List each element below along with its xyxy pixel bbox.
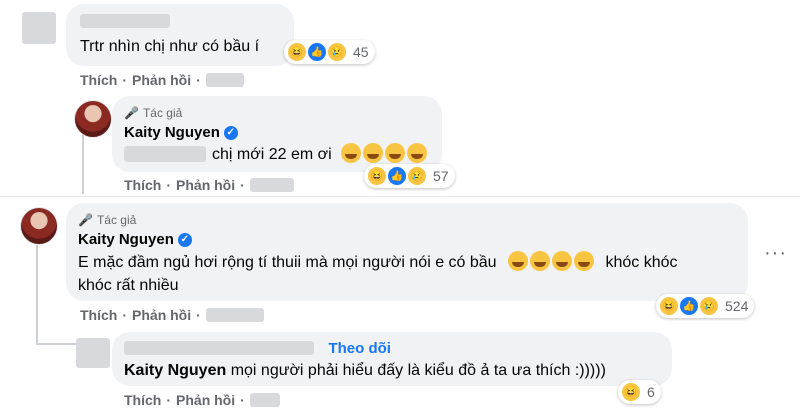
divider bbox=[0, 196, 800, 197]
haha-icon: 😆 bbox=[621, 382, 641, 402]
reaction-summary[interactable]: 😆 👍 😢 45 bbox=[284, 40, 375, 64]
timestamp-blurred bbox=[205, 73, 244, 87]
like-action[interactable]: Thích bbox=[124, 392, 161, 408]
reply-action[interactable]: Phản hồi bbox=[176, 177, 235, 193]
reply-text: Kaity Nguyen mọi người phải hiểu đấy là … bbox=[124, 362, 606, 379]
verified-icon: ✓ bbox=[223, 125, 238, 140]
like-action[interactable]: Thích bbox=[124, 177, 161, 193]
author-name[interactable]: Kaity Nguyen ✓ bbox=[78, 231, 192, 248]
reply-action[interactable]: Phản hồi bbox=[176, 392, 235, 408]
reaction-count: 524 bbox=[725, 298, 749, 314]
haha-icon: 😆 bbox=[287, 42, 307, 62]
avatar-blurred bbox=[22, 12, 56, 44]
like-icon: 👍 bbox=[387, 166, 407, 186]
haha-icon: 😆 bbox=[367, 166, 387, 186]
comment-bubble: Trtr nhìn chị như có bầu í bbox=[66, 4, 294, 66]
author-tag: 🎤 Tác giả bbox=[78, 213, 137, 227]
reaction-count: 57 bbox=[433, 168, 449, 184]
reply-bubble: Theo dõi Kaity Nguyen mọi người phải hiể… bbox=[112, 332, 672, 386]
like-action[interactable]: Thích bbox=[80, 307, 117, 323]
author-name-blurred bbox=[124, 341, 314, 355]
reply-header: Theo dõi bbox=[124, 340, 391, 358]
mic-icon: 🎤 bbox=[78, 213, 93, 227]
avatar-blurred bbox=[76, 338, 110, 368]
comment-actions: Thích · Phản hồi · bbox=[80, 307, 264, 323]
sad-icon: 😢 bbox=[699, 296, 719, 316]
reaction-summary[interactable]: 😆 👍 😢 57 bbox=[364, 164, 455, 188]
reaction-count: 45 bbox=[353, 44, 369, 60]
like-icon: 👍 bbox=[679, 296, 699, 316]
timestamp-blurred bbox=[205, 308, 264, 322]
haha-icon: 😆 bbox=[659, 296, 679, 316]
thread-line bbox=[36, 245, 38, 345]
reaction-count: 6 bbox=[647, 384, 655, 400]
mic-icon: 🎤 bbox=[124, 106, 139, 120]
reply-bubble: 🎤 Tác giả Kaity Nguyen ✓ chị mới 22 em ơi bbox=[112, 96, 442, 172]
comment-bubble: 🎤 Tác giả Kaity Nguyen ✓ E mặc đầm ngủ hơi… bbox=[66, 203, 748, 301]
verified-icon: ✓ bbox=[177, 232, 192, 247]
sad-icon: 😢 bbox=[327, 42, 347, 62]
cry-emoji bbox=[507, 251, 595, 271]
reply-actions: Thích · Phản hồi · bbox=[124, 392, 280, 408]
reply-action[interactable]: Phản hồi bbox=[132, 307, 191, 323]
reaction-summary[interactable]: 😆 👍 😢 524 bbox=[656, 294, 755, 318]
avatar bbox=[74, 100, 112, 138]
reply-action[interactable]: Phản hồi bbox=[132, 72, 191, 88]
more-options-icon[interactable]: ··· bbox=[764, 242, 787, 265]
reply-text: chị mới 22 em ơi bbox=[124, 143, 428, 166]
mention-blurred bbox=[124, 146, 206, 162]
reaction-summary[interactable]: 😆 6 bbox=[618, 380, 661, 404]
comment-actions: Thích · Phản hồi · bbox=[80, 72, 244, 88]
reply-actions: Thích · Phản hồi · bbox=[124, 177, 294, 193]
like-action[interactable]: Thích bbox=[80, 72, 117, 88]
mention[interactable]: Kaity Nguyen bbox=[124, 362, 226, 379]
comment-text: Trtr nhìn chị như có bầu í bbox=[80, 38, 260, 55]
follow-link[interactable]: Theo dõi bbox=[328, 340, 391, 357]
timestamp-blurred bbox=[249, 393, 280, 407]
thread-line bbox=[36, 343, 76, 345]
like-icon: 👍 bbox=[307, 42, 327, 62]
author-tag: 🎤 Tác giả bbox=[124, 106, 183, 120]
comment-text: E mặc đầm ngủ hơi rộng tí thuii mà mọi n… bbox=[78, 251, 738, 297]
cry-emoji bbox=[340, 143, 428, 163]
thread-line bbox=[82, 132, 84, 194]
author-name[interactable]: Kaity Nguyen ✓ bbox=[124, 124, 238, 141]
timestamp-blurred bbox=[249, 178, 294, 192]
author-name-blurred bbox=[80, 14, 170, 28]
sad-icon: 😢 bbox=[407, 166, 427, 186]
avatar bbox=[20, 207, 58, 245]
